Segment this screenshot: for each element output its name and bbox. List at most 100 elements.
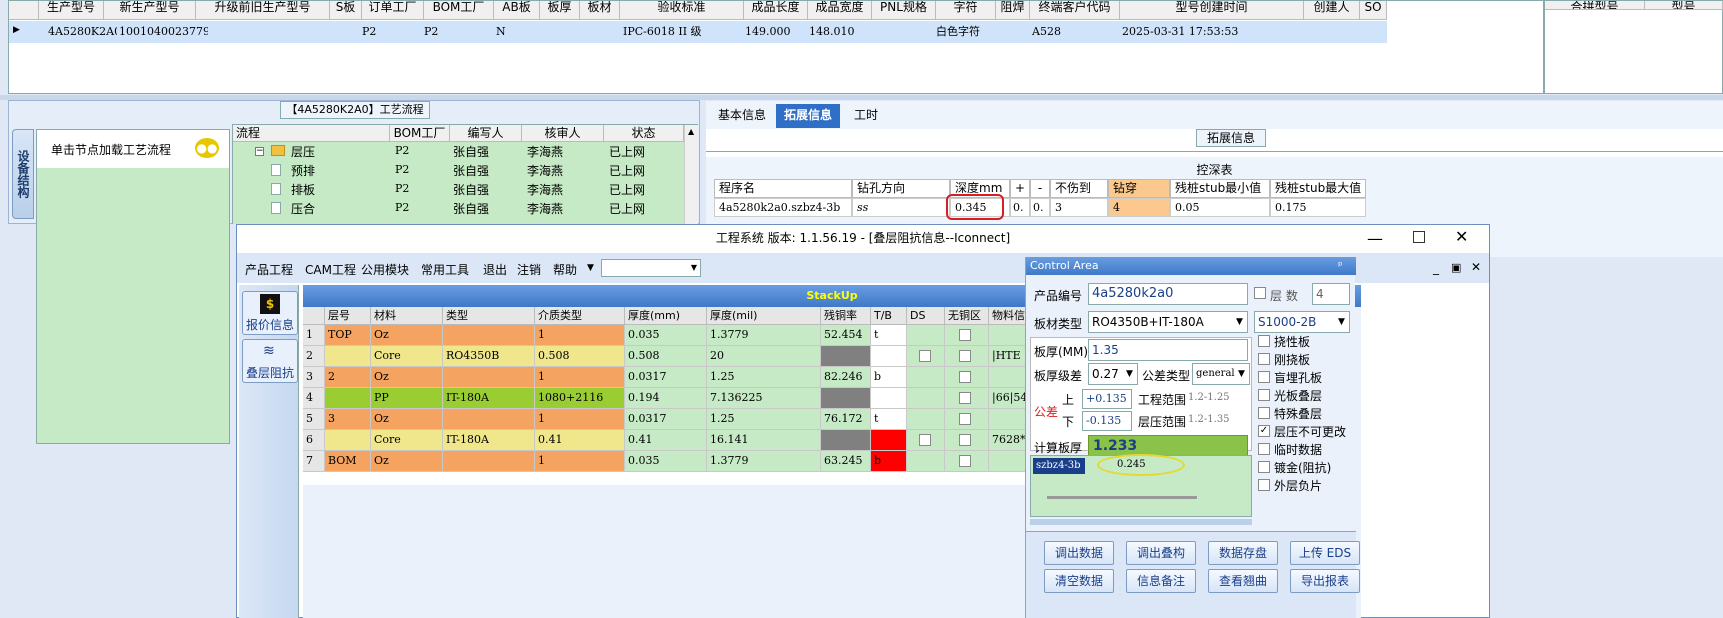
col-header[interactable]: AB板	[494, 1, 540, 20]
load-data-button[interactable]: 调出数据	[1044, 541, 1114, 565]
mdi-restore-icon[interactable]: ▣	[1451, 261, 1461, 274]
menu-exit[interactable]: 退出	[483, 261, 507, 278]
col-header[interactable]: 介质类型	[535, 307, 625, 325]
maximize-icon[interactable]	[1413, 231, 1425, 243]
upload-eds-button[interactable]: 上传 EDS	[1290, 541, 1360, 565]
menu-common[interactable]: 公用模块	[361, 261, 409, 278]
stack-cell[interactable]: 76.172	[821, 409, 871, 430]
menu-help[interactable]: 帮助	[553, 261, 577, 278]
board-material-select[interactable]: S1000-2B	[1254, 311, 1350, 333]
stack-cell[interactable]: t	[871, 409, 907, 430]
nocopper-checkbox[interactable]	[959, 371, 971, 383]
stack-cell[interactable]: 1.25	[707, 409, 821, 430]
stack-cell[interactable]	[907, 409, 945, 430]
cell[interactable]: 0.05	[1170, 198, 1270, 217]
stack-cell[interactable]	[871, 430, 907, 451]
col-header[interactable]: 字符	[936, 1, 996, 20]
side-tab[interactable]: 设备结构	[12, 129, 34, 219]
tree-node-label[interactable]: 压合	[291, 200, 315, 217]
cell[interactable]: 3	[1050, 198, 1108, 217]
stack-cell[interactable]	[443, 451, 535, 472]
nocopper-checkbox[interactable]	[959, 413, 971, 425]
stack-cell[interactable]	[443, 367, 535, 388]
tree-node-label[interactable]: 层压	[291, 143, 315, 160]
stack-cell[interactable]	[821, 388, 871, 409]
layers-input[interactable]: 4	[1312, 283, 1350, 305]
quote-info-button[interactable]: $ 报价信息	[242, 291, 298, 335]
stack-cell[interactable]	[945, 325, 989, 346]
col-header[interactable]: 创建人	[1304, 1, 1360, 20]
stack-cell[interactable]	[871, 346, 907, 367]
menu-dropdown-icon[interactable]: ▼	[587, 263, 594, 273]
stack-cell[interactable]: Core	[371, 346, 443, 367]
col-header[interactable]: 状态	[604, 125, 684, 142]
col-header[interactable]: 阻焊	[996, 1, 1030, 20]
stack-cell[interactable]	[821, 430, 871, 451]
stack-cell[interactable]: t	[871, 325, 907, 346]
stack-cell[interactable]: IT-180A	[443, 388, 535, 409]
clear-data-button[interactable]: 清空数据	[1044, 569, 1114, 593]
col-header[interactable]: 程序名	[714, 179, 852, 198]
load-stackup-button[interactable]: 调出叠构	[1126, 541, 1196, 565]
layers-checkbox[interactable]	[1254, 287, 1266, 299]
pin-icon[interactable]: ᵖ	[1338, 259, 1343, 272]
ds-checkbox[interactable]	[919, 350, 931, 362]
col-header[interactable]: 成品长度	[744, 1, 808, 20]
stack-cell[interactable]	[325, 388, 371, 409]
lower-input[interactable]: -0.135	[1082, 411, 1132, 431]
stack-cell[interactable]	[907, 430, 945, 451]
col-header[interactable]: 类型	[443, 307, 535, 325]
option-checkbox[interactable]	[1258, 371, 1270, 383]
stack-cell[interactable]: b	[871, 367, 907, 388]
col-header[interactable]: 板材	[580, 1, 620, 20]
stack-cell[interactable]: Oz	[371, 409, 443, 430]
collapse-icon[interactable]: −	[255, 147, 264, 156]
col-header[interactable]: 型号	[1645, 1, 1723, 10]
tree-node-label[interactable]: 预排	[291, 162, 315, 179]
stack-cell[interactable]: BOM	[325, 451, 371, 472]
col-header[interactable]: 材料	[371, 307, 443, 325]
thickness-input[interactable]: 1.35	[1088, 339, 1248, 361]
export-report-button[interactable]: 导出报表	[1290, 569, 1360, 593]
view-warp-button[interactable]: 查看翘曲	[1208, 569, 1278, 593]
szbz-name-cell[interactable]: szbz4-3b	[1033, 458, 1085, 474]
tab-basic[interactable]: 基本信息	[710, 104, 774, 128]
hint-box[interactable]: 单击节点加载工艺流程 ●●	[37, 130, 229, 168]
tree-node-label[interactable]: 排板	[291, 181, 315, 198]
nocopper-checkbox[interactable]	[959, 350, 971, 362]
stack-cell[interactable]: 1.3779	[707, 451, 821, 472]
tab-extended[interactable]: 拓展信息	[776, 104, 841, 128]
option-checkbox[interactable]	[1258, 353, 1270, 365]
mdi-minimize-icon[interactable]: _	[1433, 261, 1439, 275]
cell[interactable]: 4	[1108, 198, 1170, 217]
stack-cell[interactable]	[945, 346, 989, 367]
menu-logout[interactable]: 注销	[517, 261, 541, 278]
nocopper-checkbox[interactable]	[959, 329, 971, 341]
cell[interactable]: 4a5280k2a0.szbz4-3b	[714, 198, 852, 217]
col-header[interactable]: 订单工厂	[362, 1, 424, 20]
col-header[interactable]: -	[1030, 179, 1050, 198]
stack-cell[interactable]: 3	[325, 409, 371, 430]
cell[interactable]: 0.	[1010, 198, 1030, 217]
stack-cell[interactable]: Oz	[371, 325, 443, 346]
col-header[interactable]: 型号创建时间	[1120, 1, 1304, 20]
option-checkbox[interactable]	[1258, 461, 1270, 473]
col-header[interactable]: SO	[1360, 1, 1387, 20]
stack-cell[interactable]	[325, 346, 371, 367]
stack-cell[interactable]	[443, 409, 535, 430]
stack-cell[interactable]: TOP	[325, 325, 371, 346]
stack-cell[interactable]: 0.0317	[625, 367, 707, 388]
mdi-close-icon[interactable]: ✕	[1471, 260, 1481, 274]
stack-cell[interactable]: 0.035	[625, 325, 707, 346]
col-header[interactable]: S板	[330, 1, 362, 20]
close-icon[interactable]: ✕	[1455, 227, 1468, 246]
stack-cell[interactable]	[945, 451, 989, 472]
cell[interactable]: 0.	[1030, 198, 1050, 217]
stack-cell[interactable]	[907, 388, 945, 409]
stack-cell[interactable]: 0.035	[625, 451, 707, 472]
stack-cell[interactable]	[907, 346, 945, 367]
col-header[interactable]: 钻孔方向	[852, 179, 950, 198]
stack-cell[interactable]	[325, 430, 371, 451]
nocopper-checkbox[interactable]	[959, 392, 971, 404]
minimize-icon[interactable]: —	[1367, 229, 1383, 248]
